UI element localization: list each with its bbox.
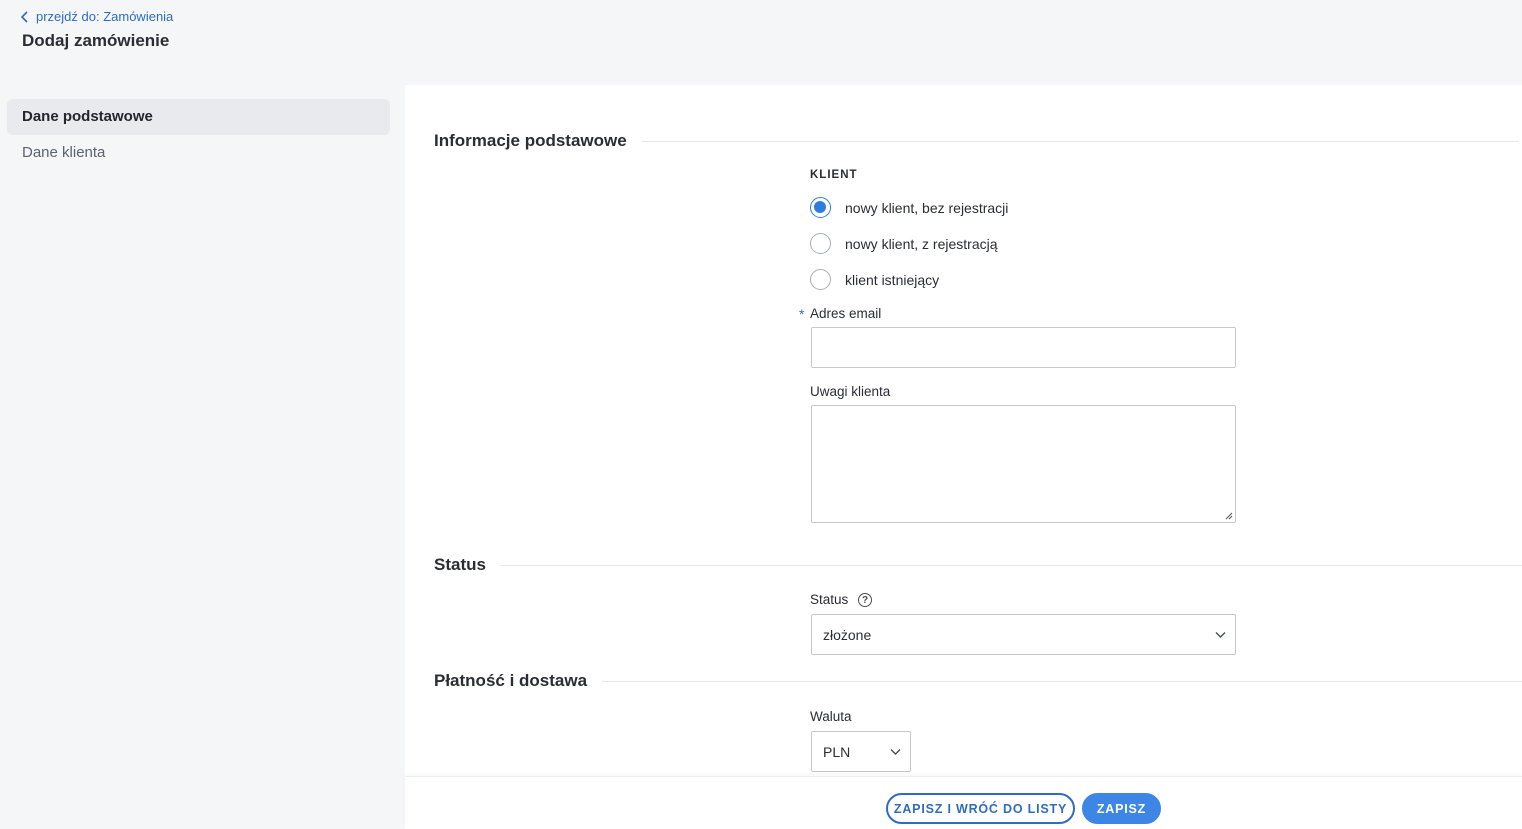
- radio-new-client-with-registration[interactable]: nowy klient, z rejestracją: [810, 233, 998, 254]
- chevron-down-icon: [890, 748, 901, 755]
- radio-button[interactable]: [810, 197, 831, 218]
- client-notes-field[interactable]: [811, 405, 1236, 523]
- back-link[interactable]: przejdź do: Zamówienia: [20, 9, 173, 24]
- section-divider: [641, 140, 1519, 142]
- section-header-payment: Płatność i dostawa: [434, 671, 1522, 691]
- email-label: Adres email: [810, 306, 882, 321]
- required-marker: *: [799, 306, 805, 322]
- main-panel: Informacje podstawowe KLIENT nowy klient…: [405, 85, 1522, 829]
- sidebar-item-basic-data[interactable]: Dane podstawowe: [7, 99, 390, 135]
- sidebar-item-label: Dane podstawowe: [22, 108, 153, 125]
- section-divider: [500, 564, 1522, 566]
- currency-select[interactable]: PLN: [811, 731, 911, 772]
- client-notes-label: Uwagi klienta: [810, 384, 891, 399]
- radio-button[interactable]: [810, 233, 831, 254]
- question-circle-icon[interactable]: ?: [858, 593, 872, 607]
- section-title: Płatność i dostawa: [434, 671, 588, 690]
- resize-grip-icon[interactable]: [1225, 512, 1233, 520]
- radio-label: nowy klient, z rejestracją: [845, 235, 998, 252]
- status-label: Status: [810, 592, 849, 607]
- save-and-back-button[interactable]: ZAPISZ I WRÓĆ DO LISTY: [886, 793, 1075, 824]
- currency-label: Waluta: [810, 709, 852, 724]
- save-button[interactable]: ZAPISZ: [1082, 793, 1161, 824]
- status-selected-value: złożone: [823, 626, 872, 643]
- section-title: Status: [434, 555, 486, 574]
- footer-actions: ZAPISZ I WRÓĆ DO LISTY ZAPISZ: [405, 776, 1522, 829]
- status-select[interactable]: złożone: [811, 614, 1236, 655]
- page-title: Dodaj zamówienie: [22, 31, 170, 50]
- section-divider: [602, 680, 1522, 682]
- chevron-left-icon: [20, 10, 28, 23]
- radio-existing-client[interactable]: klient istniejący: [810, 269, 939, 290]
- section-header-basic-info: Informacje podstawowe: [434, 131, 1519, 151]
- section-title: Informacje podstawowe: [434, 131, 627, 150]
- sidebar-item-label: Dane klienta: [22, 144, 106, 161]
- chevron-down-icon: [1215, 631, 1226, 638]
- sidebar-item-client-data[interactable]: Dane klienta: [7, 135, 390, 171]
- top-bar: przejdź do: Zamówienia Dodaj zamówienie: [0, 0, 1522, 85]
- section-header-status: Status: [434, 555, 1522, 575]
- currency-selected-value: PLN: [823, 743, 851, 760]
- radio-label: nowy klient, bez rejestracji: [845, 199, 1009, 216]
- sidebar: Dane podstawowe Dane klienta: [7, 99, 390, 171]
- radio-button[interactable]: [810, 269, 831, 290]
- email-field[interactable]: [811, 327, 1236, 368]
- client-type-label: KLIENT: [810, 169, 858, 181]
- radio-label: klient istniejący: [845, 271, 940, 288]
- radio-new-client-no-registration[interactable]: nowy klient, bez rejestracji: [810, 197, 1008, 218]
- back-link-label: przejdź do: Zamówienia: [36, 9, 174, 24]
